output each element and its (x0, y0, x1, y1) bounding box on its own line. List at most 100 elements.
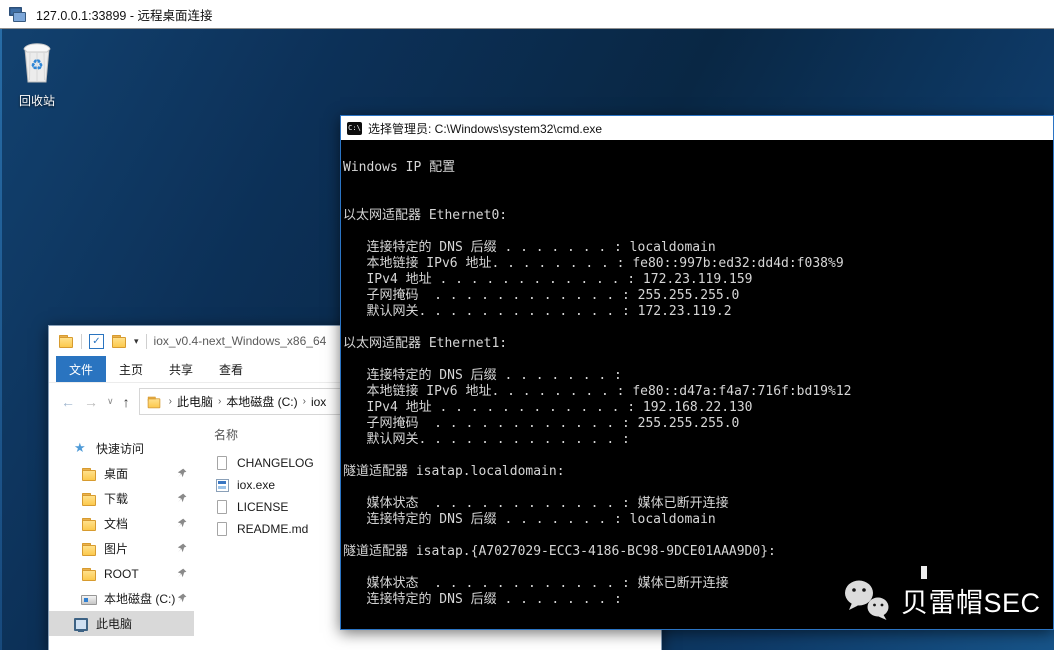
console-line: Windows IP 配置 (343, 160, 1053, 176)
sidebar-item-label: 文档 (104, 515, 128, 532)
sidebar-item[interactable]: 此电脑 (49, 611, 194, 636)
console-line (343, 224, 1053, 240)
console-line: IPv4 地址 . . . . . . . . . . . . : 192.16… (343, 400, 1053, 416)
rdp-connection-bar[interactable]: 127.0.0.1:33899 - 远程桌面连接 (0, 0, 1054, 29)
recycle-bin-icon: ♻ (16, 38, 58, 86)
console-line (343, 352, 1053, 368)
pin-icon (177, 568, 187, 578)
breadcrumb-item[interactable]: iox (311, 395, 326, 409)
sidebar-item-label: 下载 (104, 490, 128, 507)
sidebar-item-icon (81, 491, 97, 507)
cmd-window: C:\ 选择管理员: C:\Windows\system32\cmd.exe W… (340, 115, 1054, 630)
sidebar-item-label: ROOT (104, 567, 139, 581)
console-line: 连接特定的 DNS 后缀 . . . . . . . : localdomain (343, 240, 1053, 256)
wechat-icon (842, 578, 894, 622)
sidebar-item[interactable]: ROOT (49, 561, 194, 586)
console-line: IPv4 地址 . . . . . . . . . . . . : 172.23… (343, 272, 1053, 288)
sidebar-item-icon (81, 541, 97, 557)
sidebar-item[interactable]: 快速访问 (49, 436, 194, 461)
cmd-window-title: 选择管理员: C:\Windows\system32\cmd.exe (368, 120, 602, 137)
recycle-bin[interactable]: ♻ 回收站 (8, 38, 66, 109)
file-type-icon (214, 521, 230, 537)
console-output[interactable]: Windows IP 配置 以太网适配器 Ethernet0: 连接特定的 DN… (341, 140, 1053, 629)
console-line: 本地链接 IPv6 地址. . . . . . . . : fe80::d47a… (343, 384, 1053, 400)
titlebar-separator (81, 334, 82, 349)
breadcrumb-chevron-icon: › (298, 396, 311, 407)
cmd-titlebar[interactable]: C:\ 选择管理员: C:\Windows\system32\cmd.exe (341, 116, 1053, 140)
console-line (343, 192, 1053, 208)
window-folder-icon (58, 334, 74, 348)
console-line (343, 320, 1053, 336)
ribbon-tab[interactable]: 文件 (56, 356, 106, 382)
sidebar-item[interactable]: 图片 (49, 536, 194, 561)
console-line: 连接特定的 DNS 后缀 . . . . . . . : localdomain (343, 512, 1053, 528)
navigation-pane: 快速访问 桌面 (49, 420, 194, 650)
console-line (343, 528, 1053, 544)
pin-icon (177, 518, 187, 528)
ribbon-tab[interactable]: 主页 (106, 356, 156, 382)
breadcrumb-chevron-icon: › (164, 396, 177, 407)
forward-icon[interactable]: → (84, 395, 98, 409)
pin-icon (177, 468, 187, 478)
console-line (343, 144, 1053, 160)
quick-access-properties-icon[interactable]: ✓ (89, 334, 104, 349)
sidebar-item-label: 图片 (104, 540, 128, 557)
remote-desktop-icon (9, 6, 27, 22)
console-line (343, 176, 1053, 192)
console-line: 默认网关. . . . . . . . . . . . . : (343, 432, 1053, 448)
sidebar-item-icon (81, 466, 97, 482)
sidebar-item-icon (81, 516, 97, 532)
console-line (343, 560, 1053, 576)
pin-icon (177, 493, 187, 503)
recycle-bin-label: 回收站 (8, 92, 66, 109)
console-line: 默认网关. . . . . . . . . . . . . : 172.23.1… (343, 304, 1053, 320)
cmd-icon: C:\ (347, 122, 362, 135)
console-line: 子网掩码 . . . . . . . . . . . . : 255.255.2… (343, 288, 1053, 304)
svg-text:♻: ♻ (30, 57, 43, 74)
breadcrumb-chevron-icon: › (213, 396, 226, 407)
watermark-text: 贝雷帽SEC (901, 581, 1041, 620)
sidebar-item-icon (73, 616, 89, 632)
console-line: 本地链接 IPv6 地址. . . . . . . . : fe80::997b… (343, 256, 1053, 272)
back-icon[interactable]: ← (61, 395, 75, 409)
ribbon-tab[interactable]: 查看 (206, 356, 256, 382)
sidebar-item[interactable]: 文档 (49, 511, 194, 536)
console-line: 以太网适配器 Ethernet0: (343, 208, 1053, 224)
sidebar-item-icon (73, 441, 89, 457)
sidebar-item[interactable]: 桌面 (49, 461, 194, 486)
file-name: CHANGELOG (237, 456, 314, 470)
rdp-session-screen: 127.0.0.1:33899 - 远程桌面连接 ♻ 回收站 ✓ ▾ iox_v… (0, 0, 1054, 650)
breadcrumb-item[interactable]: 本地磁盘 (C:) (226, 393, 297, 410)
sidebar-item-icon (81, 591, 97, 607)
rdp-connection-title: 127.0.0.1:33899 - 远程桌面连接 (36, 5, 212, 24)
history-dropdown-icon[interactable]: ∨ (107, 397, 114, 406)
wallpaper-edge-glow (0, 29, 2, 650)
titlebar-separator (146, 334, 147, 349)
sidebar-item[interactable]: 本地磁盘 (C:) (49, 586, 194, 611)
sidebar-item-label: 本地磁盘 (C:) (104, 590, 175, 607)
console-line (343, 448, 1053, 464)
console-line: 媒体状态 . . . . . . . . . . . . : 媒体已断开连接 (343, 496, 1053, 512)
breadcrumb: › 此电脑 › 本地磁盘 (C:) › iox (164, 393, 327, 410)
quick-access-newfolder-icon[interactable] (111, 334, 127, 348)
file-name: LICENSE (237, 500, 288, 514)
sidebar-item[interactable]: 下载 (49, 486, 194, 511)
quick-access-customize-icon[interactable]: ▾ (134, 336, 139, 347)
file-name: iox.exe (237, 478, 275, 492)
console-line (343, 480, 1053, 496)
sidebar-item-label: 桌面 (104, 465, 128, 482)
breadcrumb-item[interactable]: 此电脑 (177, 393, 213, 410)
file-type-icon (214, 477, 230, 493)
ribbon-tab[interactable]: 共享 (156, 356, 206, 382)
explorer-window-title: iox_v0.4-next_Windows_x86_64 (154, 334, 327, 348)
console-line: 以太网适配器 Ethernet1: (343, 336, 1053, 352)
sidebar-item-label: 快速访问 (96, 440, 144, 457)
file-name: README.md (237, 522, 308, 536)
up-icon[interactable]: ↑ (123, 395, 130, 409)
sidebar-item-icon (81, 566, 97, 582)
console-line: 连接特定的 DNS 后缀 . . . . . . . : (343, 368, 1053, 384)
watermark: 贝雷帽SEC (842, 578, 1041, 622)
address-folder-icon (146, 395, 160, 408)
file-type-icon (214, 499, 230, 515)
pin-icon (177, 543, 187, 553)
